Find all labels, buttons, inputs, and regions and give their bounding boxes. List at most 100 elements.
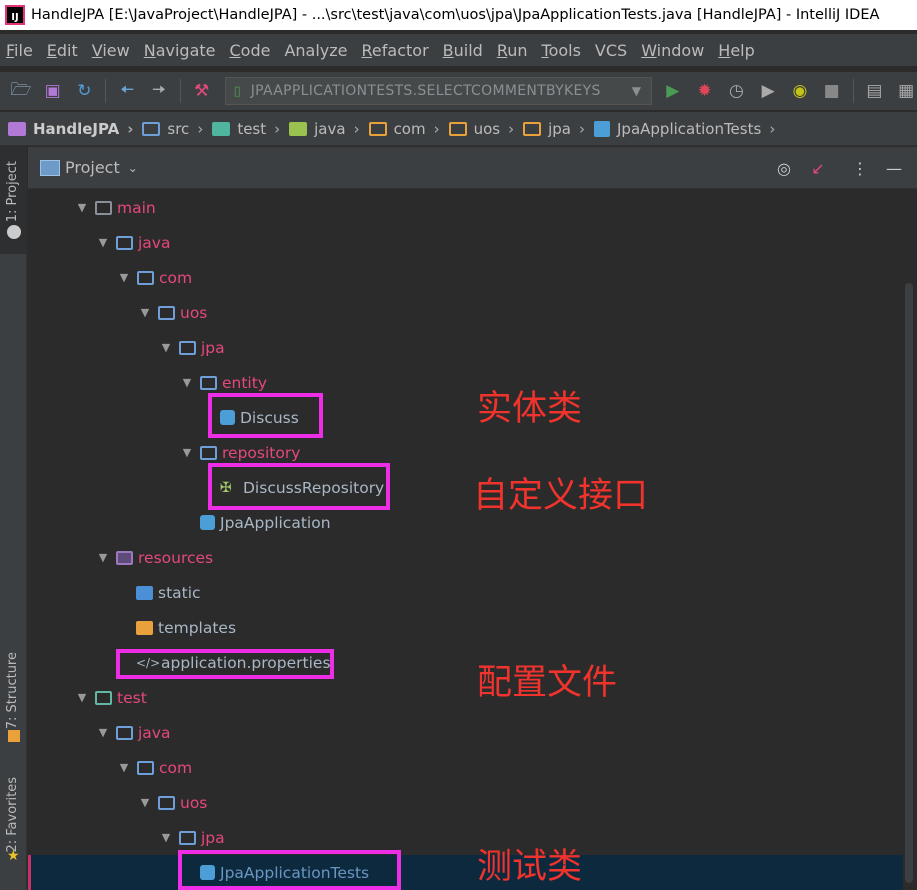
tree-item-resources[interactable]: ▼ resources	[28, 540, 903, 575]
run-configuration-dropdown[interactable]: ▯ JPAAPPLICATIONTESTS.SELECTCOMMENTBYKEY…	[224, 77, 652, 105]
highlight-box-jpaapplicationtests	[178, 850, 401, 890]
toolbar-divider	[105, 79, 107, 103]
menu-refactor[interactable]: Refactor	[362, 41, 429, 60]
templates-folder-icon	[136, 620, 153, 635]
breadcrumb-item-uos[interactable]: uos ›	[448, 119, 524, 138]
run-profile-icon[interactable]: ▶	[757, 80, 779, 102]
menu-navigate[interactable]: Navigate	[144, 41, 216, 60]
tree-item-java[interactable]: ▼ java	[28, 225, 903, 260]
tree-item-jpa[interactable]: ▼ jpa	[28, 330, 903, 365]
run-with-coverage-icon[interactable]: ◉	[789, 80, 811, 102]
menu-edit[interactable]: Edit	[47, 41, 78, 60]
chevron-down-icon[interactable]: ▼	[137, 306, 153, 319]
tree-item-templates[interactable]: templates	[28, 610, 903, 645]
menu-build[interactable]: Build	[443, 41, 483, 60]
chevron-down-icon[interactable]: ▼	[95, 236, 111, 249]
panel-title[interactable]: Project	[65, 158, 120, 177]
annotation-test-class: 测试类	[477, 847, 583, 887]
breadcrumb-item-src[interactable]: src ›	[142, 120, 212, 138]
tree-item-com[interactable]: ▼ com	[28, 260, 903, 295]
chevron-down-icon[interactable]: ▼	[116, 271, 132, 284]
resources-folder-icon	[116, 550, 133, 565]
chevron-right-icon: ›	[579, 119, 585, 138]
annotation-custom-interface: 自定义接口	[473, 476, 649, 516]
menu-tools[interactable]: Tools	[542, 41, 581, 60]
tree-item-jpaapplication[interactable]: JpaApplication	[28, 505, 903, 540]
menu-file[interactable]: File	[6, 41, 33, 60]
menu-run[interactable]: Run	[497, 41, 528, 60]
package-icon	[137, 270, 154, 285]
breadcrumb-item-java[interactable]: java ›	[289, 120, 368, 138]
sync-icon[interactable]: ↻	[74, 80, 96, 102]
vertical-scrollbar[interactable]	[905, 283, 913, 883]
menu-analyze[interactable]: Analyze	[284, 41, 347, 60]
chevron-down-icon[interactable]: ⌄	[128, 161, 138, 175]
locate-target-icon[interactable]: ◎	[773, 157, 795, 179]
stop-icon[interactable]: ■	[821, 80, 843, 102]
tree-item-static[interactable]: static	[28, 575, 903, 610]
chevron-down-icon[interactable]: ▼	[137, 796, 153, 809]
tree-item-discussrepository[interactable]: ✠ DiscussRepository	[28, 470, 903, 505]
tree-item-test[interactable]: ▼ test	[28, 680, 903, 715]
chevron-down-icon[interactable]: ▼	[95, 726, 111, 739]
chevron-down-icon[interactable]: ▼	[158, 831, 174, 844]
breadcrumb-item-test[interactable]: test ›	[212, 120, 289, 138]
chevron-down-icon[interactable]: ▼	[179, 376, 195, 389]
window-title: HandleJPA [E:\JavaProject\HandleJPA] - .…	[31, 7, 880, 23]
tree-item-repository[interactable]: ▼ repository	[28, 435, 903, 470]
breadcrumb-item-handlejpa[interactable]: HandleJPA ›	[8, 120, 142, 138]
chevron-down-icon[interactable]: ▼	[158, 341, 174, 354]
chevron-down-icon[interactable]: ▼	[116, 761, 132, 774]
more-options-icon[interactable]: ⋮	[849, 157, 871, 179]
package-icon	[368, 121, 387, 136]
chevron-down-icon[interactable]: ▼	[74, 201, 90, 214]
tab-project[interactable]: 1: Project	[0, 147, 27, 254]
intellij-logo-icon: IJ	[5, 5, 25, 25]
tree-item-test-com[interactable]: ▼ com	[28, 750, 903, 785]
breadcrumb-item-jpaapplicationtests[interactable]: JpaApplicationTests ›	[594, 120, 784, 138]
coverage-icon[interactable]: ◷	[725, 80, 747, 102]
collapse-all-icon[interactable]: ↙	[807, 157, 829, 179]
menu-help[interactable]: Help	[718, 41, 754, 60]
breadcrumb-item-com[interactable]: com ›	[368, 119, 449, 138]
tree-item-jpaapplicationtests[interactable]: JpaApplicationTests	[28, 855, 903, 890]
chevron-right-icon: ›	[433, 119, 440, 138]
save-icon[interactable]: ▣	[42, 80, 64, 102]
chevron-down-icon[interactable]: ▼	[179, 446, 195, 459]
breadcrumb-item-jpa[interactable]: jpa ›	[523, 120, 594, 138]
tree-item-test-uos[interactable]: ▼ uos	[28, 785, 903, 820]
tree-item-test-jpa[interactable]: ▼ jpa	[28, 820, 903, 855]
web-folder-icon	[136, 585, 153, 600]
tree-item-uos[interactable]: ▼ uos	[28, 295, 903, 330]
menu-window[interactable]: Window	[641, 41, 704, 60]
run-icon[interactable]: ▶	[662, 80, 684, 102]
debug-icon[interactable]: ✹	[694, 80, 716, 102]
chevron-down-icon[interactable]: ▼	[74, 691, 90, 704]
structure-icon	[8, 730, 20, 742]
build-hammer-icon[interactable]: ⚒	[191, 80, 213, 102]
back-icon[interactable]: 🠤	[116, 80, 138, 102]
tab-favorites[interactable]: 2: Favorites ★	[0, 775, 27, 870]
cube-icon[interactable]: ▦	[895, 80, 917, 102]
menu-vcs[interactable]: VCS	[595, 41, 627, 60]
chevron-right-icon: ›	[508, 119, 515, 138]
chevron-down-icon[interactable]: ▼	[95, 551, 111, 564]
chevron-right-icon: ›	[197, 119, 204, 138]
menu-view[interactable]: View	[92, 41, 130, 60]
tree-item-discuss[interactable]: Discuss	[28, 400, 903, 435]
project-structure-icon[interactable]: ▤	[864, 80, 886, 102]
tab-structure[interactable]: 7: Structure	[0, 647, 27, 747]
selection-marker	[28, 855, 31, 890]
chevron-right-icon: ›	[769, 119, 776, 138]
star-icon: ★	[7, 848, 20, 864]
tree-item-entity[interactable]: ▼ entity	[28, 365, 903, 400]
hide-panel-icon[interactable]: —	[883, 157, 905, 179]
menu-code[interactable]: Code	[230, 41, 271, 60]
tree-item-test-java[interactable]: ▼ java	[28, 715, 903, 750]
open-folder-icon[interactable]: 🗁	[10, 80, 32, 102]
menu-bar: File Edit View Navigate Code Analyze Refactor B…	[0, 34, 917, 66]
annotation-config-file: 配置文件	[477, 663, 618, 703]
breadcrumb: HandleJPA › src › test › java › com › uo…	[0, 112, 917, 146]
forward-icon[interactable]: 🠦	[148, 80, 170, 102]
tree-item-main[interactable]: ▼ main	[28, 190, 903, 225]
